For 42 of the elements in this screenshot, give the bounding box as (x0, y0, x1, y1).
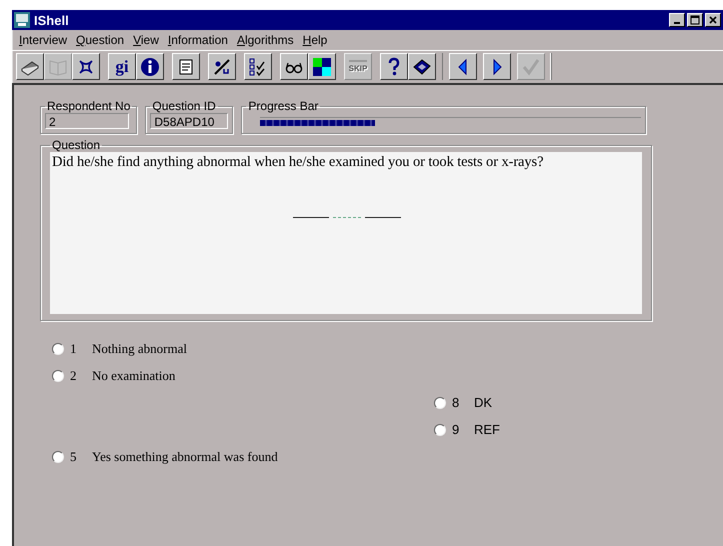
maximize-button[interactable] (687, 13, 703, 27)
answer-label: DK (474, 395, 492, 410)
menu-item[interactable]: Information (164, 33, 234, 47)
answer-code: 1 (70, 340, 78, 356)
checkmark-icon (521, 56, 541, 76)
answer-code: 5 (70, 448, 78, 464)
glossary-button[interactable]: gi (108, 53, 136, 80)
radio-button[interactable] (52, 370, 64, 382)
minimize-button[interactable] (669, 13, 685, 27)
respondent-label: Respondent No (46, 99, 132, 113)
answer-code: 9 (452, 422, 460, 437)
close-button[interactable] (705, 13, 721, 27)
radio-button[interactable] (434, 424, 446, 436)
answer-label: Nothing abnormal (92, 340, 187, 356)
answer-label: Yes something abnormal was found (92, 448, 278, 464)
menu-item[interactable]: Help (300, 33, 334, 47)
color-squares-icon (312, 56, 332, 76)
menu-item[interactable]: View (130, 33, 165, 47)
radio-button[interactable] (52, 342, 64, 354)
progress-label: Progress Bar (247, 99, 320, 113)
question-label: Question (51, 138, 102, 152)
language-icon (212, 56, 232, 76)
answer-label: No examination (92, 368, 176, 384)
menu-item[interactable]: Question (73, 33, 130, 47)
info-icon (140, 56, 160, 76)
answer-label: REF (474, 422, 500, 437)
menu-item[interactable]: Algorithms (234, 33, 300, 47)
minimize-icon (674, 22, 680, 24)
menu-item[interactable]: Interview (16, 33, 74, 47)
question-text: Did he/she find anything abnormal when he/she examined you or took tests or x-rays? (52, 154, 544, 171)
radio-button[interactable] (52, 450, 64, 462)
maximize-icon (690, 15, 700, 25)
answer-code: 8 (452, 395, 460, 410)
question-id-field: D58APD10 (150, 113, 228, 129)
respondent-field: 2 (45, 113, 129, 129)
answer-code: 2 (70, 368, 78, 384)
close-icon (708, 15, 718, 25)
manual-icon (412, 56, 432, 76)
window-title: IShell (34, 12, 70, 28)
radio-button[interactable] (434, 396, 446, 408)
question-id-label: Question ID (151, 99, 217, 113)
app-icon (14, 12, 30, 28)
